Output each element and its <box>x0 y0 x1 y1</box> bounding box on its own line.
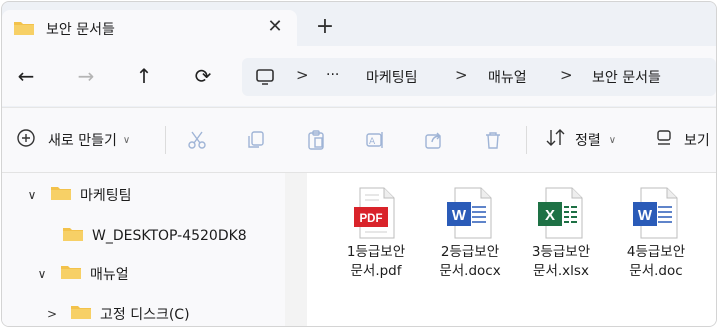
folder-icon <box>13 20 35 40</box>
navigation-bar: ← → ↑ ⟳ > ··· 마케팅팀 > 매뉴얼 > 보안 문서들 <box>2 46 716 106</box>
file-badge: W <box>452 207 467 224</box>
folder-icon <box>50 185 72 205</box>
plus-circle-icon <box>16 128 36 152</box>
tree-item-label: W_DESKTOP-4520DK8 <box>92 228 247 244</box>
excel-file-icon: X <box>538 187 583 239</box>
title-bar: 보안 문서들 ✕ + <box>2 2 716 46</box>
tree-item-label: 마케팅팀 <box>80 188 132 204</box>
file-name-line2: 문서.docx <box>439 263 501 279</box>
breadcrumb-separator: > <box>455 66 468 84</box>
file-name-line2: 문서.xlsx <box>533 263 589 279</box>
file-item-pdf[interactable]: PDF 1등급보안 문서.pdf <box>336 187 416 281</box>
refresh-button[interactable]: ⟳ <box>191 64 215 88</box>
tab-title: 보안 문서들 <box>46 22 115 38</box>
file-badge: W <box>638 207 653 224</box>
address-bar[interactable]: > ··· 마케팅팀 > 매뉴얼 > 보안 문서들 <box>242 58 716 96</box>
breadcrumb-separator: > <box>296 66 309 84</box>
expand-chevron-icon[interactable]: ∨ <box>24 188 40 202</box>
file-item-xlsx[interactable]: X 3등급보안 문서.xlsx <box>521 187 601 281</box>
forward-button[interactable]: → <box>74 64 98 88</box>
delete-icon[interactable] <box>482 128 504 152</box>
file-badge: X <box>545 207 555 224</box>
word-file-icon: W <box>633 187 678 239</box>
file-name-line2: 문서.pdf <box>350 263 402 279</box>
file-item-docx[interactable]: W 2등급보안 문서.docx <box>430 187 510 281</box>
folder-icon <box>60 264 82 284</box>
breadcrumb-more[interactable]: ··· <box>326 67 339 83</box>
divider <box>526 126 527 154</box>
computer-icon <box>255 67 275 91</box>
explorer-window: 보안 문서들 ✕ + ← → ↑ ⟳ > ··· 마케팅팀 > 매뉴얼 > 보안… <box>1 1 717 327</box>
breadcrumb-separator: > <box>560 66 573 84</box>
sort-icon <box>545 128 567 152</box>
close-icon[interactable]: ✕ <box>264 16 286 38</box>
copy-icon[interactable] <box>245 128 267 152</box>
file-name-line1: 2등급보안 <box>440 244 500 260</box>
pdf-file-icon: PDF <box>354 187 395 239</box>
new-tab-button[interactable]: + <box>314 16 336 38</box>
chevron-down-icon: ∨ <box>122 134 131 146</box>
file-item-doc[interactable]: W 4등급보안 문서.doc <box>616 187 696 281</box>
breadcrumb-security-docs[interactable]: 보안 문서들 <box>592 67 661 87</box>
new-button[interactable]: 새로 만들기 ∨ <box>16 128 130 152</box>
up-button[interactable]: ↑ <box>132 64 156 88</box>
tree-item-label: 매뉴얼 <box>90 267 129 283</box>
sort-button[interactable]: 정렬 ∨ <box>545 128 616 152</box>
command-bar: 새로 만들기 ∨ A 정렬 ∨ 보기 <box>2 107 716 172</box>
rename-icon[interactable]: A <box>364 128 386 152</box>
file-name-line2: 문서.doc <box>629 263 683 279</box>
folder-icon <box>62 226 84 246</box>
tab-security-docs[interactable]: 보안 문서들 ✕ <box>2 10 297 46</box>
tree-item-marketing[interactable]: ∨ 마케팅팀 <box>24 183 132 207</box>
file-name-line1: 1등급보안 <box>346 244 406 260</box>
breadcrumb-marketing[interactable]: 마케팅팀 <box>366 67 418 87</box>
view-label: 보기 <box>684 133 710 149</box>
content-area: ∨ 마케팅팀 W_DESKTOP-4520DK8 ∨ 매뉴얼 > 고정 디스크(… <box>2 172 716 326</box>
view-icon <box>654 128 674 152</box>
tree-item-label: 고정 디스크(C) <box>100 307 190 323</box>
file-name-line1: 4등급보안 <box>626 244 686 260</box>
navigation-pane: ∨ 마케팅팀 W_DESKTOP-4520DK8 ∨ 매뉴얼 > 고정 디스크(… <box>2 173 285 326</box>
breadcrumb-manual[interactable]: 매뉴얼 <box>488 67 527 87</box>
svg-text:A: A <box>369 137 376 147</box>
view-button[interactable]: 보기 <box>654 128 710 152</box>
chevron-down-icon: ∨ <box>608 134 617 146</box>
word-file-icon: W <box>447 187 492 239</box>
folder-icon <box>70 304 92 324</box>
divider <box>165 126 166 154</box>
expand-chevron-icon[interactable]: > <box>44 307 60 321</box>
share-icon[interactable] <box>423 128 445 152</box>
expand-chevron-icon[interactable]: ∨ <box>34 267 50 281</box>
tree-item-local-disk[interactable]: > 고정 디스크(C) <box>44 302 190 326</box>
file-name-line1: 3등급보안 <box>531 244 591 260</box>
back-button[interactable]: ← <box>14 64 38 88</box>
new-label: 새로 만들기 <box>48 133 117 149</box>
tree-item-computer[interactable]: W_DESKTOP-4520DK8 <box>36 224 247 248</box>
file-badge: PDF <box>360 213 383 225</box>
sort-label: 정렬 <box>575 133 601 149</box>
paste-icon[interactable] <box>305 128 327 152</box>
cut-icon[interactable] <box>186 128 208 152</box>
tree-item-manual[interactable]: ∨ 매뉴얼 <box>34 262 129 286</box>
pane-splitter[interactable] <box>285 173 307 326</box>
